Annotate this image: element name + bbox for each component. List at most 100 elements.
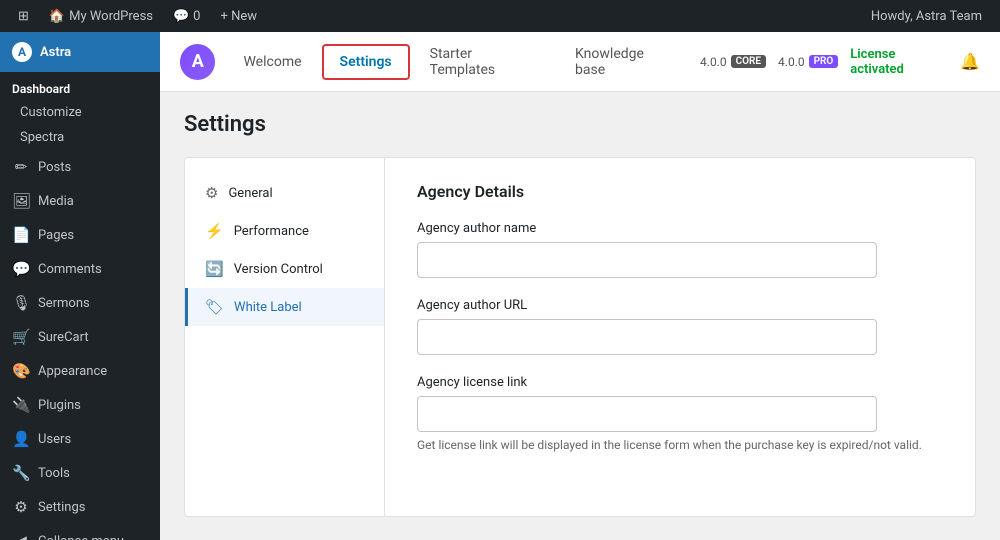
agency-details-title: Agency Details [417, 182, 943, 201]
collapse-icon: ◀ [12, 532, 30, 540]
sidebar-item-label: Tools [38, 466, 70, 481]
new-label: + New [220, 9, 257, 24]
sidebar-item-plugins[interactable]: 🔌 Plugins [0, 388, 160, 422]
settings-nav-white-label[interactable]: 🏷 White Label [185, 288, 384, 326]
version-pro-badge: 4.0.0 PRO [778, 55, 838, 69]
version-control-icon: 🔄 [205, 260, 224, 278]
sidebar-item-settings[interactable]: ⚙ Settings [0, 490, 160, 524]
astra-logo-letter: A [192, 51, 204, 72]
pro-badge-label: PRO [809, 55, 839, 68]
comments-icon: 💬 [173, 9, 189, 24]
new-content-button[interactable]: + New [210, 0, 267, 32]
sidebar-item-users[interactable]: 👤 Users [0, 422, 160, 456]
sidebar-item-surecart[interactable]: 🛒 SureCart [0, 320, 160, 354]
agency-author-url-group: Agency author URL [417, 298, 943, 355]
agency-license-link-input[interactable] [417, 396, 877, 432]
agency-license-link-label: Agency license link [417, 375, 943, 390]
sidebar-item-label: SureCart [38, 330, 89, 345]
sidebar-item-label: Settings [38, 500, 85, 515]
main-content: A Welcome Settings Starter Templates Kno… [160, 32, 1000, 540]
settings-nav: ⚙ General ⚡ Performance 🔄 Version Contro… [185, 158, 385, 516]
sidebar-item-sermons[interactable]: 🎙 Sermons [0, 286, 160, 320]
agency-author-name-input[interactable] [417, 242, 877, 278]
performance-icon: ⚡ [205, 222, 224, 240]
agency-license-link-group: Agency license link Get license link wil… [417, 375, 943, 452]
agency-author-name-group: Agency author name [417, 221, 943, 278]
comments-button[interactable]: 💬 0 [163, 0, 211, 32]
core-badge-label: CORE [731, 55, 766, 68]
astra-logo: A [180, 44, 215, 80]
sidebar-item-label: Media [38, 194, 74, 209]
pages-icon: 📄 [12, 226, 30, 244]
sidebar-item-label: Comments [38, 262, 102, 277]
tab-starter-templates[interactable]: Starter Templates [414, 38, 555, 86]
sidebar-item-appearance[interactable]: 🎨 Appearance [0, 354, 160, 388]
appearance-icon: 🎨 [12, 362, 30, 380]
site-name-button[interactable]: 🏠 My WordPress [39, 0, 163, 32]
sidebar-item-label: Sermons [38, 296, 90, 311]
wp-icon: ⊞ [18, 9, 29, 24]
astra-brand-button[interactable]: A Astra [0, 32, 160, 72]
sidebar-item-label: Plugins [38, 398, 81, 413]
sidebar: A Astra Dashboard Customize Spectra ✏ Po… [0, 32, 160, 540]
version-core-badge: 4.0.0 CORE [700, 55, 766, 69]
general-icon: ⚙ [205, 184, 218, 202]
agency-author-url-input[interactable] [417, 319, 877, 355]
astra-header: A Welcome Settings Starter Templates Kno… [160, 32, 1000, 92]
collapse-label: Collapse menu [38, 534, 124, 540]
page-title: Settings [184, 112, 976, 137]
settings-nav-white-label-label: White Label [234, 300, 302, 315]
tab-welcome[interactable]: Welcome [227, 46, 317, 78]
white-label-icon: 🏷 [205, 298, 224, 316]
settings-nav-general-label: General [228, 186, 272, 201]
tab-settings[interactable]: Settings [322, 44, 410, 80]
comments-count: 0 [193, 9, 200, 24]
sermons-icon: 🎙 [12, 294, 30, 312]
sidebar-item-posts[interactable]: ✏ Posts [0, 150, 160, 184]
settings-nav-performance[interactable]: ⚡ Performance [185, 212, 384, 250]
sidebar-item-spectra[interactable]: Spectra [0, 125, 160, 150]
howdy-text: Howdy, Astra Team [861, 9, 992, 24]
settings-nav-version-control[interactable]: 🔄 Version Control [185, 250, 384, 288]
site-name: My WordPress [69, 9, 153, 24]
page-content: Settings ⚙ General ⚡ Performance 🔄 Versi… [160, 92, 1000, 537]
wp-logo-button[interactable]: ⊞ [8, 0, 39, 32]
comments-nav-icon: 💬 [12, 260, 30, 278]
settings-panel: ⚙ General ⚡ Performance 🔄 Version Contro… [184, 157, 976, 517]
sidebar-item-label: Posts [38, 160, 71, 175]
dashboard-section-title: Dashboard [0, 72, 160, 100]
collapse-menu-button[interactable]: ◀ Collapse menu [0, 524, 160, 540]
users-icon: 👤 [12, 430, 30, 448]
site-icon: 🏠 [49, 9, 65, 24]
posts-icon: ✏ [12, 158, 30, 176]
media-icon: 🖼 [12, 192, 30, 210]
astra-brand-label: Astra [40, 45, 71, 60]
sidebar-item-customize[interactable]: Customize [0, 100, 160, 125]
settings-nav-version-label: Version Control [234, 262, 323, 277]
astra-brand-icon: A [12, 42, 32, 62]
sidebar-item-pages[interactable]: 📄 Pages [0, 218, 160, 252]
sidebar-item-label: Appearance [38, 364, 107, 379]
sidebar-item-label: Users [38, 432, 71, 447]
tab-knowledge-base[interactable]: Knowledge base [559, 38, 692, 86]
agency-author-url-label: Agency author URL [417, 298, 943, 313]
settings-nav-general[interactable]: ⚙ General [185, 174, 384, 212]
version-pro-number: 4.0.0 [778, 55, 805, 69]
header-right: 4.0.0 CORE 4.0.0 PRO License activated 🔔 [700, 47, 980, 77]
surecart-icon: 🛒 [12, 328, 30, 346]
admin-bar: ⊞ 🏠 My WordPress 💬 0 + New Howdy, Astra … [0, 0, 1000, 32]
plugins-icon: 🔌 [12, 396, 30, 414]
settings-nav-performance-label: Performance [234, 224, 309, 239]
tools-icon: 🔧 [12, 464, 30, 482]
agency-license-helper-text: Get license link will be displayed in th… [417, 438, 943, 452]
settings-content-area: Agency Details Agency author name Agency… [385, 158, 975, 516]
sidebar-item-tools[interactable]: 🔧 Tools [0, 456, 160, 490]
sidebar-item-label: Pages [38, 228, 74, 243]
sidebar-item-media[interactable]: 🖼 Media [0, 184, 160, 218]
settings-nav-icon: ⚙ [12, 498, 30, 516]
agency-author-name-label: Agency author name [417, 221, 943, 236]
version-core-number: 4.0.0 [700, 55, 727, 69]
notifications-icon[interactable]: 🔔 [960, 52, 980, 71]
license-activated-button[interactable]: License activated [850, 47, 948, 77]
sidebar-item-comments[interactable]: 💬 Comments [0, 252, 160, 286]
